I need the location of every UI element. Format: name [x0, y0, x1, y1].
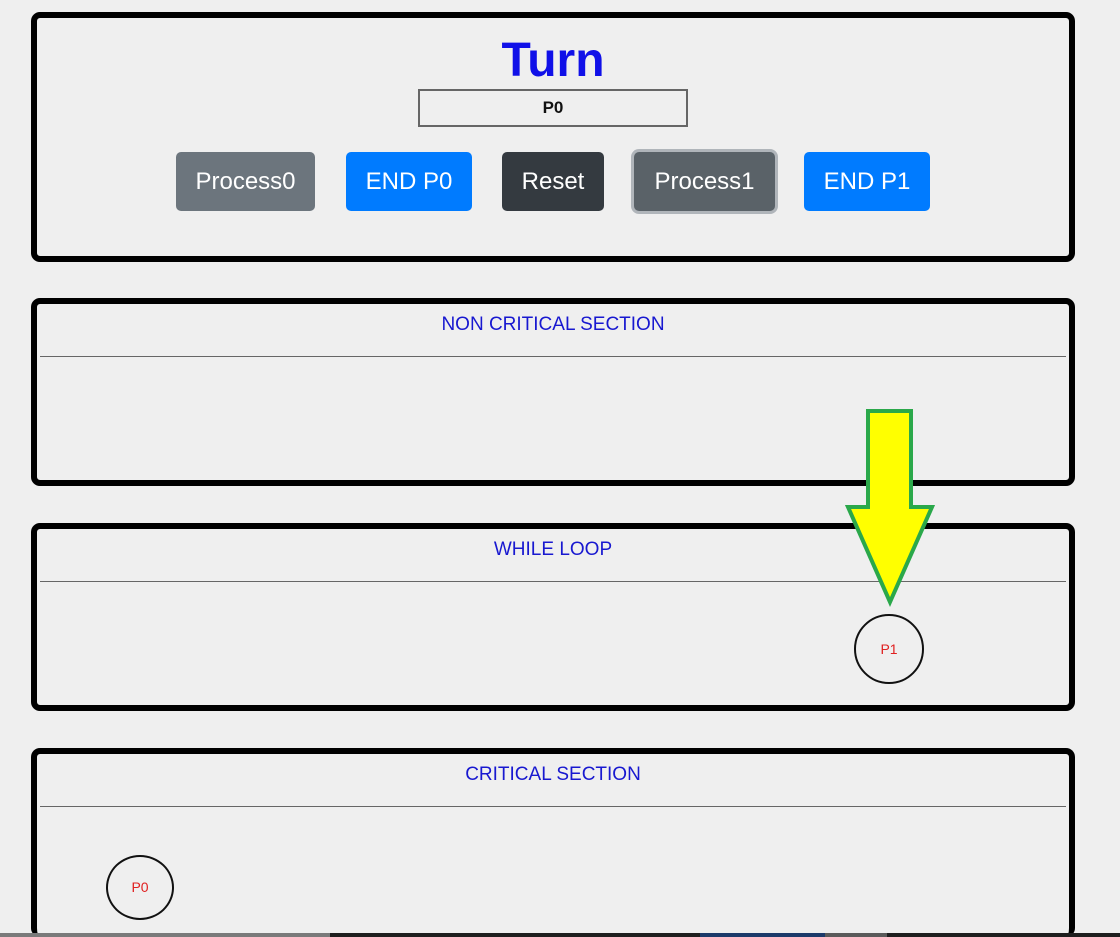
process1-button[interactable]: Process1: [634, 152, 775, 211]
end-p1-button[interactable]: END P1: [804, 152, 930, 211]
process0-button[interactable]: Process0: [176, 152, 315, 211]
end-p0-button[interactable]: END P0: [346, 152, 472, 211]
critical-section-panel: CRITICAL SECTION: [31, 748, 1075, 937]
reset-button[interactable]: Reset: [502, 152, 604, 211]
bottom-taskbar-strip: [0, 933, 1120, 937]
non-critical-section-title: NON CRITICAL SECTION: [441, 314, 665, 335]
turn-panel: Turn P0 Process0 END P0 Reset Process1 E…: [31, 12, 1075, 262]
process-p1-circle: P1: [854, 614, 924, 684]
turn-value-display: P0: [418, 89, 688, 127]
down-arrow-icon: [844, 409, 936, 607]
process-p0-circle: P0: [106, 855, 174, 920]
critical-section-title: CRITICAL SECTION: [465, 764, 641, 785]
section-divider: [40, 356, 1066, 357]
section-divider: [40, 806, 1066, 807]
turn-title: Turn: [501, 34, 605, 87]
